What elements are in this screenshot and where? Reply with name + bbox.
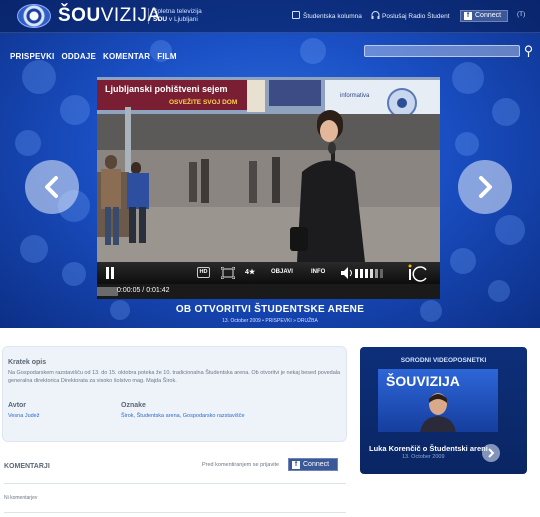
tagline-line-1: Spletna televizija [153, 8, 202, 15]
video-scene-image: Ljubljanski pohištveni sejem OSVEŽITE SV… [97, 77, 440, 262]
search-pin-icon[interactable] [524, 45, 533, 57]
nav-item-oddaje[interactable]: ODDAJE [61, 52, 96, 61]
rating-button[interactable]: 4★ [245, 268, 255, 276]
tagline-sou: ŠOU [153, 16, 168, 23]
informativa-text: informativa [340, 93, 370, 99]
nav-item-prispevki[interactable]: PRISPEVKI [10, 52, 54, 61]
t-mark: (T) [517, 11, 526, 18]
logo-bold: ŠOU [58, 5, 101, 26]
student-column-label: Študentska kolumna [303, 13, 362, 20]
tags-links[interactable]: Širok, Študentska arena, Gospodarsko raz… [121, 413, 245, 419]
video-title: OB OTVORITVI ŠTUDENTSKE ARENE [175, 304, 365, 315]
headphones-icon [371, 11, 380, 19]
description-text: Na Gospodarskem razstavišču od 13. do 15… [8, 370, 341, 384]
video-progress-bar[interactable]: 0:00:05 / 0:01:42 [97, 284, 440, 299]
student-column-link[interactable]: Študentska kolumna [292, 11, 362, 20]
chevron-right-small-icon [488, 448, 495, 458]
related-item-date: 13. October 2009 [402, 454, 445, 460]
comments-heading: KOMENTARJI [4, 463, 50, 470]
thumb-logo: ŠOUVIZIJA [386, 373, 460, 389]
tagline-rest: v Ljubljani [167, 16, 198, 23]
video-controls: HD 4★ OBJAVI INFO [97, 262, 440, 284]
login-prompt: Pred komentiranjem se prijavite [202, 462, 280, 468]
chevron-right-icon [479, 176, 492, 198]
top-bar: ŠOUVIZIJA Spletna televizija ŠOU v Ljubl… [0, 0, 540, 33]
nav-item-film[interactable]: FILM [157, 52, 176, 61]
facebook-connect-top-button[interactable]: f Connect [460, 10, 508, 22]
video-meta: 13. October 2009 • PRISPEVKI » DRUŽBA [222, 318, 318, 324]
related-item-title[interactable]: Luka Korenčič o Študentski areni [369, 444, 488, 453]
previous-video-button[interactable] [25, 160, 79, 214]
fullscreen-icon[interactable] [221, 267, 235, 279]
nav-item-komentar[interactable]: KOMENTAR [103, 52, 150, 61]
description-box: Kratek opis Na Gospodarskem razstavišču … [2, 346, 347, 442]
info-button[interactable]: INFO [311, 269, 325, 275]
description-heading: Kratek opis [8, 359, 47, 366]
no-comments-text: Ni komentarjev [4, 495, 38, 501]
facebook-connect-button[interactable]: f Connect [288, 458, 338, 471]
column-icon [292, 11, 300, 19]
player-logo-icon [408, 264, 427, 282]
progress-fill [97, 287, 118, 296]
site-logo[interactable]: ŠOUVIZIJA [58, 5, 161, 27]
video-player[interactable]: Ljubljanski pohištveni sejem OSVEŽITE SV… [97, 77, 440, 299]
page: ŠOUVIZIJA Spletna televizija ŠOU v Ljubl… [0, 0, 540, 517]
volume-icon [341, 267, 348, 279]
related-next-button[interactable] [482, 444, 500, 462]
author-link[interactable]: Vesna Judež [8, 413, 40, 419]
facebook-connect-top-label: Connect [475, 12, 502, 19]
search-input[interactable] [364, 45, 520, 57]
banner-subtext: OSVEŽITE SVOJ DOM [169, 97, 237, 106]
banner-text: Ljubljanski pohištveni sejem [105, 84, 228, 94]
tagline-line-2: ŠOU v Ljubljani [153, 16, 202, 24]
time-display: 0:00:05 / 0:01:42 [117, 287, 170, 294]
tags-label: Oznake [121, 402, 146, 409]
video-hero: ŠOUVIZIJA Spletna televizija ŠOU v Ljubl… [0, 0, 540, 328]
chevron-left-icon [45, 176, 58, 198]
next-video-button[interactable] [458, 160, 512, 214]
souvizija-logo-icon[interactable] [17, 4, 51, 28]
facebook-icon-small: f [292, 461, 300, 469]
hd-button[interactable]: HD [197, 267, 210, 278]
video-frame[interactable]: Ljubljanski pohištveni sejem OSVEŽITE SV… [97, 77, 440, 262]
related-thumbnail[interactable]: ŠOUVIZIJA [378, 369, 498, 432]
radio-student-label: Poslušaj Radio Študent [382, 13, 450, 20]
objavi-button[interactable]: OBJAVI [271, 269, 293, 275]
comments-bottom-divider [4, 512, 346, 513]
related-heading: SORODNI VIDEOPOSNETKI [400, 357, 487, 364]
pause-icon[interactable] [105, 267, 115, 279]
thumb-person-image [420, 393, 456, 432]
author-label: Avtor [8, 402, 27, 409]
radio-student-link[interactable]: Poslušaj Radio Študent [371, 11, 450, 20]
facebook-connect-label: Connect [303, 461, 330, 468]
site-tagline: Spletna televizija ŠOU v Ljubljani [148, 8, 202, 24]
facebook-icon: f [464, 12, 472, 20]
main-nav: PRISPEVKI ODDAJE KOMENTAR FILM [10, 52, 177, 61]
related-videos-panel: SORODNI VIDEOPOSNETKI ŠOUVIZIJA Luka Kor… [360, 347, 527, 474]
volume-control[interactable] [341, 267, 389, 279]
comments-divider [4, 483, 346, 484]
